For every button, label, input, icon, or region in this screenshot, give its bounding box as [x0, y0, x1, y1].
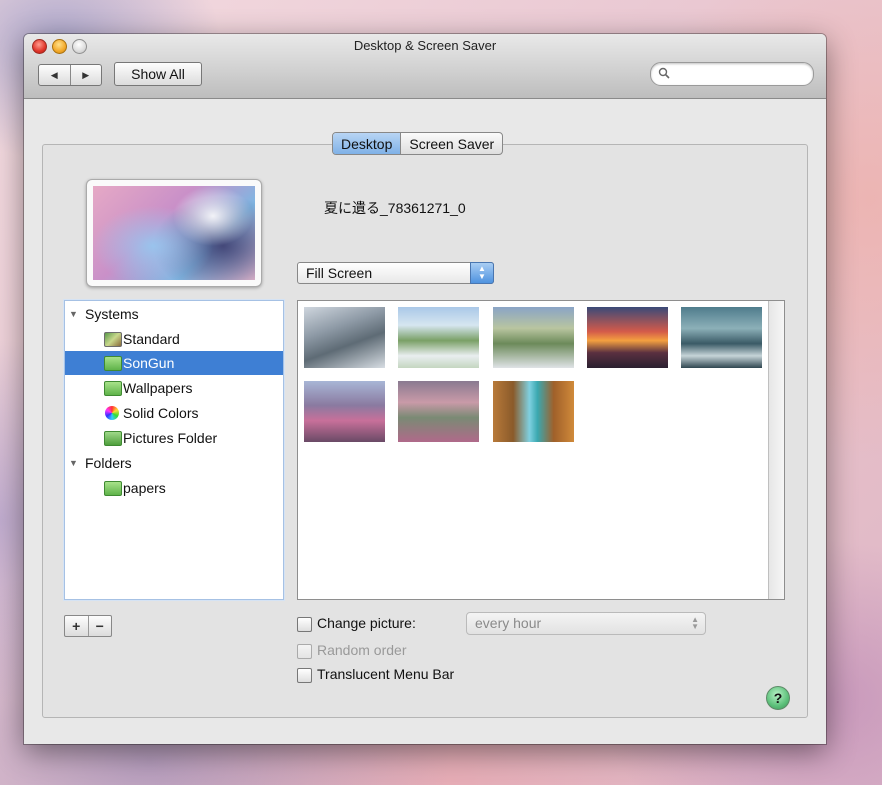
folder-icon: [104, 480, 122, 496]
back-forward-group: ◀ ▶: [38, 64, 102, 86]
blossom-mountain-thumbnail[interactable]: [304, 381, 385, 442]
change-interval-popup[interactable]: every hour ▲ ▼: [466, 612, 706, 635]
interval-value: every hour: [475, 615, 542, 631]
mountain-village-thumbnail[interactable]: [493, 307, 574, 368]
disclosure-triangle-icon[interactable]: ▼: [69, 309, 78, 319]
help-button[interactable]: ?: [766, 686, 790, 710]
folder-icon: [104, 355, 122, 371]
sidebar-item-solid-colors[interactable]: Solid Colors: [65, 401, 283, 425]
sidebar-item-label: Wallpapers: [123, 380, 193, 396]
sidebar-group-label: Folders: [85, 455, 132, 471]
current-wallpaper-image: [93, 186, 255, 280]
back-arrow-icon: ◀: [50, 69, 58, 80]
picture-name: 夏に遺る_78361271_0: [324, 200, 466, 216]
sidebar-item-label: Pictures Folder: [123, 430, 218, 446]
add-folder-button[interactable]: +: [65, 616, 88, 636]
desktop-preview: [86, 179, 262, 287]
sidebar-item-wallpapers[interactable]: Wallpapers: [65, 376, 283, 400]
search-input[interactable]: [673, 65, 809, 83]
back-button[interactable]: ◀: [39, 65, 70, 85]
change-picture-label: Change picture:: [317, 615, 416, 631]
remove-folder-button[interactable]: −: [87, 616, 112, 636]
sunset-thumbnail[interactable]: [587, 307, 668, 368]
sidebar-item-papers[interactable]: papers: [65, 476, 283, 500]
snowy-battle-thumbnail[interactable]: [304, 307, 385, 368]
vertical-scrollbar[interactable]: [768, 301, 784, 599]
popup-arrows-icon: ▲ ▼: [691, 615, 699, 631]
sidebar-item-pictures-folder[interactable]: Pictures Folder: [65, 426, 283, 450]
translucent-menu-bar-checkbox[interactable]: [297, 668, 312, 683]
window-title: Desktop & Screen Saver: [353, 38, 497, 53]
photo-frame-icon: [104, 331, 122, 347]
tab-bar: Desktop Screen Saver: [332, 132, 504, 155]
sidebar-group-folders[interactable]: ▼ Folders: [65, 451, 283, 475]
tab-desktop[interactable]: Desktop: [333, 133, 401, 154]
forward-button[interactable]: ▶: [69, 65, 102, 85]
disclosure-triangle-icon[interactable]: ▼: [69, 458, 78, 468]
forward-arrow-icon: ▶: [82, 69, 90, 80]
waterfall-thumbnail[interactable]: [493, 381, 574, 442]
folder-source-list[interactable]: ▼ Systems Standard SonGun Wallpapers Sol…: [64, 300, 284, 600]
sidebar-item-label: Standard: [123, 331, 180, 347]
blossom-valley-thumbnail[interactable]: [398, 381, 479, 442]
pictures-folder-icon: [104, 430, 122, 446]
color-wheel-icon: [105, 406, 119, 420]
translucent-menu-bar-label: Translucent Menu Bar: [317, 666, 455, 682]
sidebar-item-label: Solid Colors: [123, 405, 199, 421]
sidebar-item-songun[interactable]: SonGun: [65, 351, 283, 375]
sidebar-item-standard[interactable]: Standard: [65, 327, 283, 351]
picture-grid[interactable]: [297, 300, 785, 600]
random-order-checkbox[interactable]: [297, 644, 312, 659]
popup-arrows-icon: ▲ ▼: [470, 262, 494, 284]
sidebar-item-label: SonGun: [123, 355, 175, 371]
random-order-label: Random order: [317, 642, 407, 658]
search-field[interactable]: [650, 62, 814, 86]
sidebar-group-systems[interactable]: ▼ Systems: [65, 302, 283, 326]
search-icon: [658, 67, 670, 79]
fit-mode-popup[interactable]: Fill Screen ▲ ▼: [297, 262, 494, 284]
folder-icon: [104, 380, 122, 396]
valley-plains-thumbnail[interactable]: [398, 307, 479, 368]
sidebar-item-label: papers: [123, 480, 166, 496]
change-picture-checkbox[interactable]: [297, 617, 312, 632]
sidebar-group-label: Systems: [85, 306, 139, 322]
titlebar: Desktop & Screen Saver ◀ ▶ Show All: [24, 34, 826, 99]
add-remove-group: + −: [64, 615, 112, 637]
show-all-button[interactable]: Show All: [114, 62, 202, 86]
preferences-window: Desktop & Screen Saver ◀ ▶ Show All Desk…: [24, 34, 826, 744]
tab-screen-saver[interactable]: Screen Saver: [400, 133, 502, 154]
fit-mode-value: Fill Screen: [306, 265, 373, 281]
harbor-city-thumbnail[interactable]: [681, 307, 762, 368]
